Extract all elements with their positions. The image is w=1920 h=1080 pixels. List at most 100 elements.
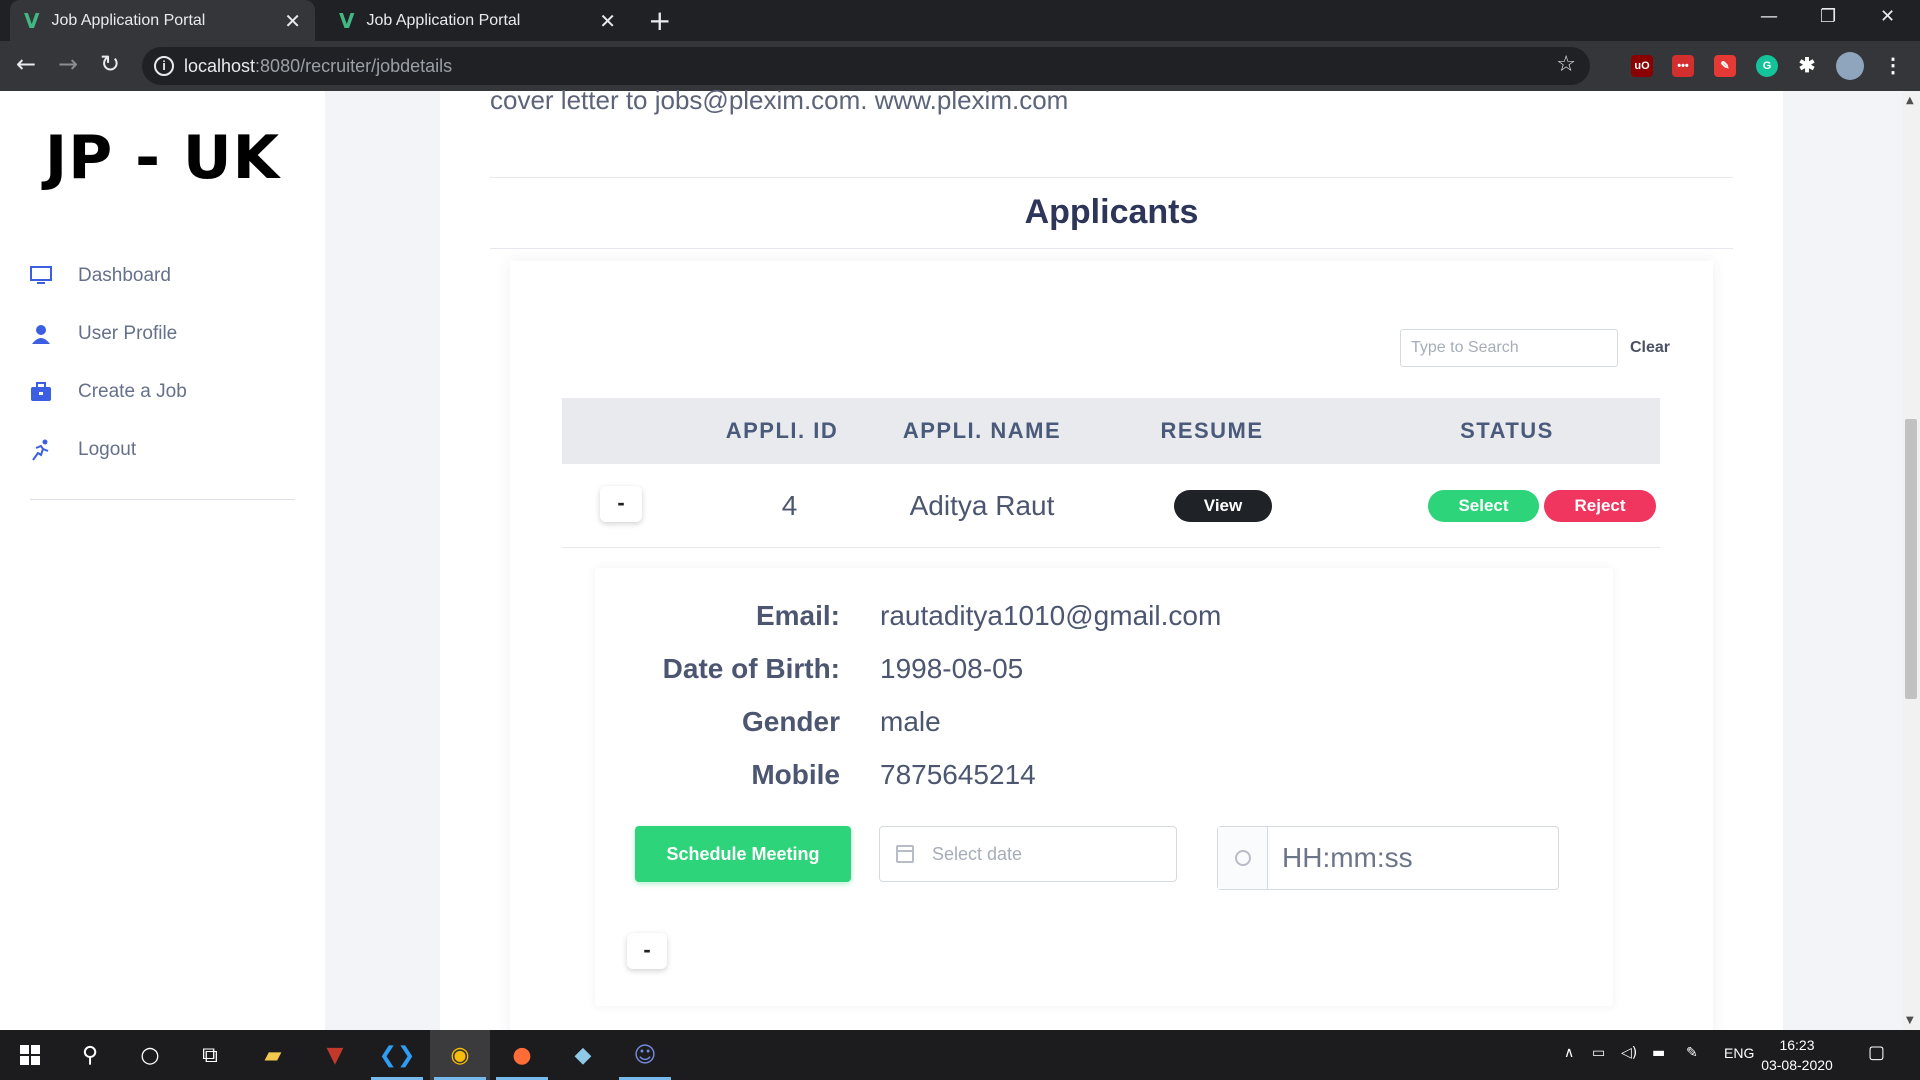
sidebar-item-create-job[interactable]: Create a Job [28, 377, 187, 407]
sidebar-item-label: Create a Job [78, 381, 187, 402]
monitor-icon [28, 263, 54, 289]
search-input[interactable] [1400, 329, 1618, 367]
mobile-value: 7875645214 [880, 759, 1036, 790]
menu-kebab-icon[interactable]: ⋮ [1882, 55, 1904, 77]
notes-app-icon[interactable]: ◆ [553, 1030, 613, 1080]
sidebar-item-label: User Profile [78, 323, 178, 344]
scroll-down-icon[interactable]: ▼ [1906, 1015, 1914, 1026]
dob-label: Date of Birth: [662, 653, 840, 684]
select-button[interactable]: Select [1428, 490, 1539, 522]
restore-icon[interactable]: ❐ [1820, 6, 1836, 27]
job-description-text: cover letter to jobs@plexim.com. www.ple… [490, 85, 1069, 115]
sidebar-item-dashboard[interactable]: Dashboard [28, 261, 171, 291]
notification-icon[interactable]: ▢ [1868, 1042, 1885, 1063]
run-icon [28, 437, 54, 463]
reload-icon[interactable]: ↻ [100, 50, 120, 78]
network-icon[interactable]: ▭ [1592, 1045, 1605, 1061]
column-header-resume[interactable]: RESUME [1112, 398, 1312, 464]
system-clock[interactable]: 16:23 03-08-2020 [1752, 1035, 1842, 1075]
details-collapse-button[interactable]: - [627, 933, 667, 969]
email-value: rautaditya1010@gmail.com [880, 600, 1222, 631]
new-tab-button[interactable]: + [648, 4, 671, 37]
column-header-id[interactable]: APPLI. ID [692, 398, 872, 464]
clock-icon [1218, 827, 1268, 889]
tab-title: Job Application Portal [366, 11, 521, 29]
clear-button[interactable]: Clear [1620, 329, 1680, 367]
battery-icon[interactable]: ▬ [1652, 1045, 1665, 1061]
vue-logo-icon: V [339, 8, 355, 33]
forward-icon[interactable]: → [58, 50, 78, 78]
sidebar-item-logout[interactable]: Logout [28, 435, 136, 465]
user-icon [28, 321, 54, 347]
sidebar-divider [30, 499, 295, 500]
briefcase-icon [28, 379, 54, 405]
sidebar-item-user-profile[interactable]: User Profile [28, 319, 177, 349]
close-icon[interactable]: ✕ [599, 9, 616, 33]
cortana-icon[interactable]: ○ [120, 1030, 180, 1080]
applicant-id: 4 [781, 490, 798, 521]
vscode-icon[interactable]: ❮❯ [367, 1030, 427, 1080]
tab-title: Job Application Portal [51, 11, 206, 29]
back-icon[interactable]: ← [16, 50, 36, 78]
brand-logo-text: JP - UK [44, 123, 281, 193]
browser-toolbar: ← → ↻ i localhost:8080/recruiter/jobdeta… [0, 41, 1920, 91]
reject-button[interactable]: Reject [1544, 490, 1656, 522]
acer-app-icon[interactable]: ▼ [305, 1030, 365, 1080]
mobile-label: Mobile [751, 759, 840, 790]
url-text[interactable]: localhost:8080/recruiter/jobdetails [184, 56, 452, 77]
job-details-card: cover letter to jobs@plexim.com. www.ple… [440, 85, 1783, 1041]
ublock-extension-icon[interactable]: uO [1631, 55, 1653, 77]
extension-icon[interactable]: ✎ [1714, 55, 1736, 77]
task-view-icon[interactable]: ⧉ [180, 1030, 240, 1080]
browser-tab[interactable]: V Job Application Portal ✕ [325, 0, 630, 41]
gender-label: Gender [741, 706, 840, 737]
calendar-icon [896, 845, 914, 863]
grammarly-extension-icon[interactable]: G [1756, 55, 1778, 77]
minimize-icon[interactable]: — [1760, 6, 1778, 27]
window-close-icon[interactable]: ✕ [1880, 6, 1895, 27]
file-explorer-icon[interactable]: ▰ [243, 1030, 303, 1080]
sidebar: JP - UK Dashboard User Profile Create a … [0, 91, 325, 1030]
close-icon[interactable]: ✕ [284, 9, 301, 33]
profile-avatar[interactable] [1836, 52, 1864, 80]
date-input[interactable] [932, 827, 1162, 881]
table-row: - 4 Aditya Raut View Select Reject [562, 464, 1660, 548]
time-picker[interactable] [1217, 826, 1559, 890]
column-header-status[interactable]: STATUS [1357, 398, 1657, 464]
time-input[interactable] [1282, 827, 1542, 889]
clock-date: 03-08-2020 [1761, 1057, 1833, 1073]
windows-taskbar: ⚲ ○ ⧉ ▰ ▼ ❮❯ ◉ ● ◆ ☺ ∧ ▭ ◁) ▬ ✎ ENG 16:2… [0, 1030, 1920, 1080]
vue-logo-icon: V [24, 8, 40, 33]
chrome-icon[interactable]: ◉ [430, 1030, 490, 1080]
language-indicator[interactable]: ENG [1724, 1045, 1754, 1061]
row-collapse-button[interactable]: - [600, 486, 642, 522]
sidebar-item-label: Dashboard [78, 265, 171, 286]
postman-icon[interactable]: ● [492, 1030, 552, 1080]
schedule-meeting-button[interactable]: Schedule Meeting [635, 826, 851, 882]
lastpass-extension-icon[interactable]: ••• [1672, 55, 1694, 77]
page-scrollbar[interactable]: ▲ ▼ [1902, 91, 1920, 1030]
divider [490, 177, 1733, 178]
view-resume-button[interactable]: View [1174, 490, 1272, 522]
bookmark-star-icon[interactable]: ☆ [1556, 52, 1576, 77]
date-picker[interactable] [879, 826, 1177, 882]
scrollbar-thumb[interactable] [1905, 419, 1917, 699]
discord-icon[interactable]: ☺ [615, 1030, 675, 1080]
tray-chevron-icon[interactable]: ∧ [1564, 1045, 1574, 1061]
gender-value: male [880, 706, 941, 737]
browser-tab-bar: V Job Application Portal ✕ V Job Applica… [0, 0, 1920, 41]
address-bar[interactable]: i localhost:8080/recruiter/jobdetails ☆ [142, 47, 1590, 85]
scroll-up-icon[interactable]: ▲ [1906, 95, 1914, 106]
volume-icon[interactable]: ◁) [1621, 1045, 1637, 1061]
table-header: APPLI. ID APPLI. NAME RESUME STATUS [562, 398, 1660, 464]
dob-value: 1998-08-05 [880, 653, 1024, 684]
windows-start-icon[interactable] [0, 1030, 60, 1080]
column-header-name[interactable]: APPLI. NAME [862, 398, 1102, 464]
extensions-puzzle-icon[interactable]: ✱ [1796, 55, 1818, 77]
search-icon[interactable]: ⚲ [60, 1030, 120, 1080]
applicant-details: Email: rautaditya1010@gmail.com Date of … [595, 568, 1613, 1006]
applicant-name: Aditya Raut [909, 490, 1055, 521]
site-info-icon[interactable]: i [154, 56, 174, 76]
browser-tab-active[interactable]: V Job Application Portal ✕ [10, 0, 315, 41]
pen-icon[interactable]: ✎ [1686, 1045, 1698, 1061]
